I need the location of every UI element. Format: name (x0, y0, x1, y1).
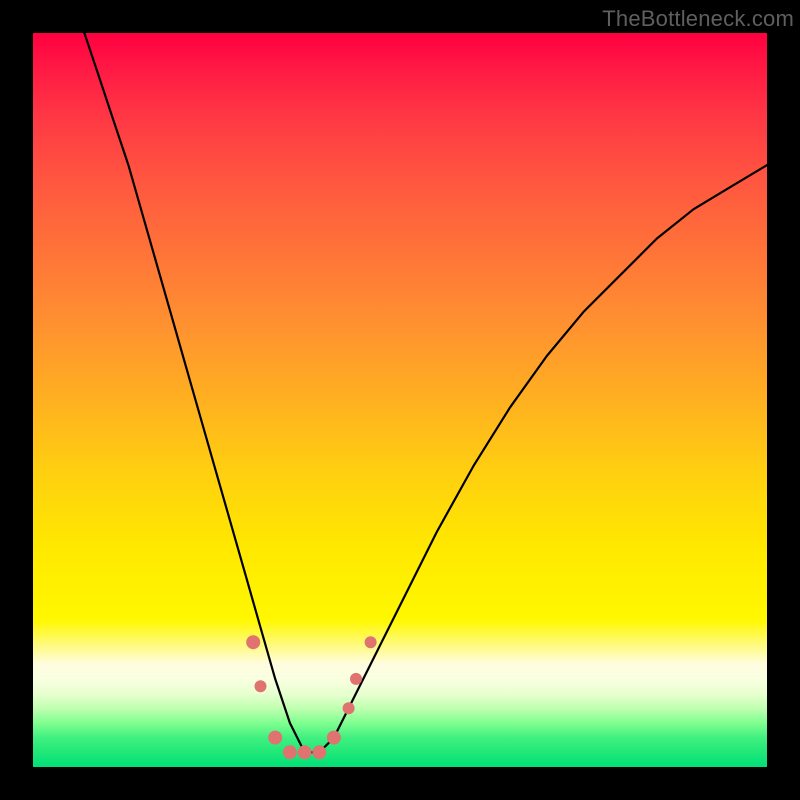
curve-marker (268, 731, 282, 745)
plot-area (33, 33, 767, 767)
curve-markers (246, 635, 376, 759)
curve-marker (255, 680, 267, 692)
chart-stage: TheBottleneck.com (0, 0, 800, 800)
curve-marker (298, 745, 312, 759)
chart-svg (33, 33, 767, 767)
curve-marker (246, 635, 260, 649)
watermark-text: TheBottleneck.com (602, 6, 794, 32)
curve-marker (312, 745, 326, 759)
curve-marker (350, 673, 362, 685)
bottleneck-curve-line (84, 33, 767, 752)
curve-marker (283, 745, 297, 759)
curve-marker (343, 702, 355, 714)
curve-marker (365, 636, 377, 648)
curve-marker (327, 731, 341, 745)
